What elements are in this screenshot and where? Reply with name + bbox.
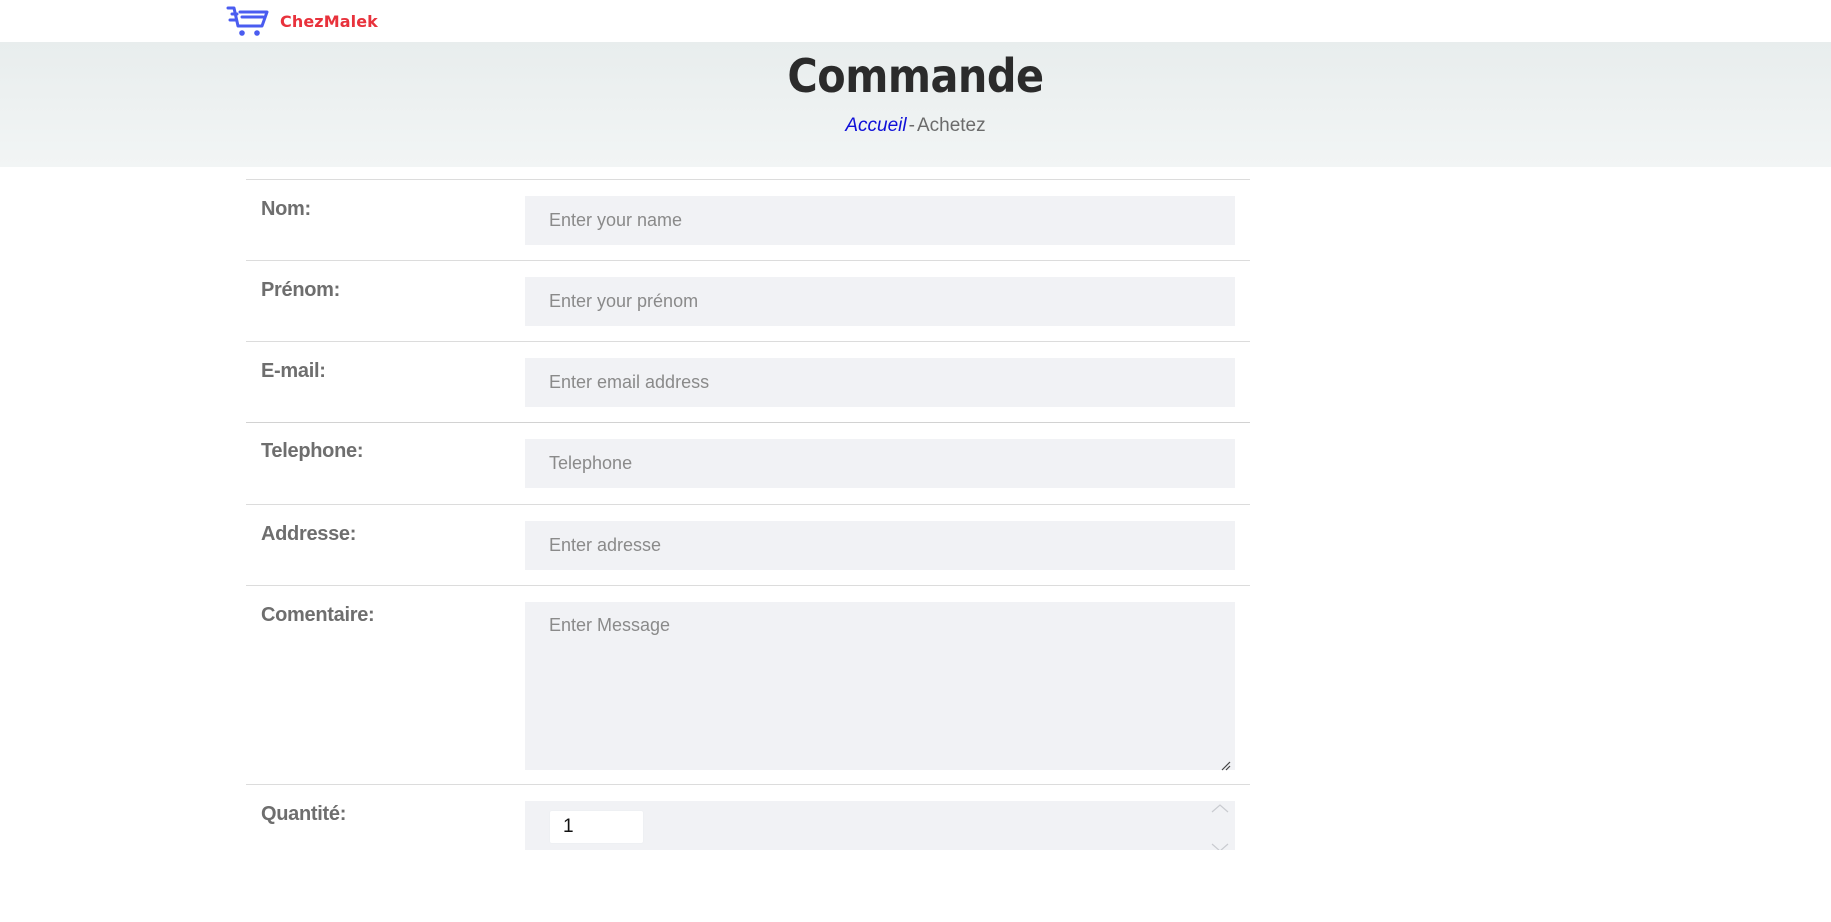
adresse-input[interactable] (525, 521, 1235, 570)
breadcrumb: Accueil - Achetez (0, 114, 1831, 138)
breadcrumb-home-link[interactable]: Accueil (845, 115, 906, 136)
prenom-input[interactable] (525, 277, 1235, 326)
page-header-band: Commande Accueil - Achetez (0, 42, 1831, 167)
form-row-quantite: Quantité: 1 (246, 784, 1250, 864)
form-row-commentaire: Comentaire: (246, 585, 1250, 784)
telephone-input[interactable] (525, 439, 1235, 488)
brand-logo-link[interactable]: ChezMalek (226, 2, 378, 40)
form-row-nom: Nom: (246, 179, 1250, 260)
top-navbar: ChezMalek (0, 0, 1831, 42)
quantity-stepper: 1 (525, 801, 1235, 850)
brand-name: ChezMalek (280, 11, 378, 31)
breadcrumb-separator: - (908, 115, 915, 136)
breadcrumb-current: Achetez (916, 115, 986, 136)
chevron-down-icon[interactable] (1211, 841, 1229, 850)
form-row-prenom: Prénom: (246, 260, 1250, 341)
chevron-up-icon[interactable] (1211, 801, 1229, 813)
quantity-input[interactable]: 1 (549, 810, 644, 844)
nom-label: Nom: (261, 198, 311, 220)
form-row-adresse: Addresse: (246, 504, 1250, 585)
email-input[interactable] (525, 358, 1235, 407)
quantite-label: Quantité: (261, 803, 347, 825)
order-form: Nom: Prénom: E-mail: Telephone: Addresse… (246, 179, 1250, 864)
shopping-cart-icon (226, 4, 270, 38)
form-row-telephone: Telephone: (246, 423, 1250, 504)
resize-grip-icon[interactable] (1221, 758, 1231, 771)
nom-input[interactable] (525, 196, 1235, 245)
adresse-label: Addresse: (261, 523, 357, 545)
telephone-label: Telephone: (261, 440, 364, 462)
form-row-email: E-mail: (246, 341, 1250, 423)
prenom-label: Prénom: (261, 279, 341, 301)
email-label: E-mail: (261, 360, 326, 382)
commentaire-label: Comentaire: (261, 604, 375, 626)
commentaire-textarea[interactable] (525, 602, 1235, 770)
page-title: Commande (787, 49, 1044, 103)
